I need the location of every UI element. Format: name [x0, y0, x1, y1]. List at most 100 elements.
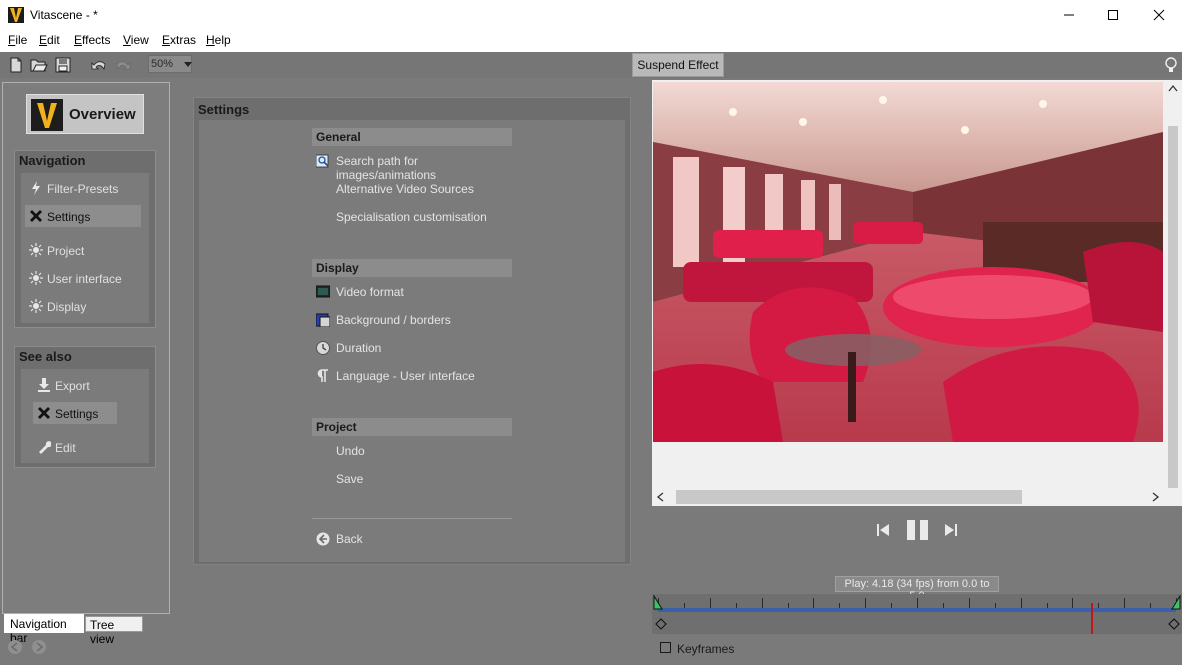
- menu-file[interactable]: File: [8, 33, 27, 47]
- redo-icon[interactable]: [114, 56, 132, 74]
- tab-tree-view[interactable]: Tree view: [85, 616, 143, 646]
- keyframe-end-icon[interactable]: [1168, 618, 1180, 630]
- nav-item-project[interactable]: Project: [25, 239, 141, 261]
- minimize-button[interactable]: [1046, 0, 1092, 30]
- scroll-right-icon[interactable]: [1152, 492, 1160, 505]
- close-button[interactable]: [1136, 0, 1182, 30]
- divider: [312, 518, 512, 519]
- search-path-icon: [315, 154, 330, 168]
- back-link[interactable]: Back: [316, 530, 516, 548]
- vertical-scrollbar[interactable]: [1164, 80, 1182, 488]
- vertical-scroll-thumb[interactable]: [1168, 126, 1178, 488]
- overview-button[interactable]: Overview: [26, 94, 144, 134]
- skip-forward-icon[interactable]: [944, 523, 958, 540]
- pause-icon[interactable]: [906, 519, 930, 544]
- menu-edit[interactable]: Edit: [39, 33, 60, 47]
- setting-language[interactable]: Language - User interface: [316, 367, 516, 385]
- nav-item-export[interactable]: Export: [33, 374, 133, 396]
- section-display-heading: Display: [312, 259, 512, 277]
- timeline[interactable]: [652, 594, 1182, 634]
- menu-help[interactable]: Help: [206, 33, 231, 47]
- setting-duration[interactable]: Duration: [316, 339, 516, 357]
- end-handle-icon[interactable]: [1170, 594, 1182, 610]
- nav-item-settings[interactable]: Settings: [25, 205, 141, 227]
- keyframes-label: Keyframes: [677, 642, 735, 656]
- setting-search-path[interactable]: Search path for images/animations: [315, 152, 516, 182]
- menu-bar: File Edit Effects View Extras Help: [0, 30, 1182, 52]
- preview-image: [653, 82, 1163, 442]
- back-circle-icon: [316, 532, 330, 546]
- setting-save[interactable]: Save: [316, 470, 516, 488]
- timeline-tick: [994, 603, 996, 608]
- timeline-tick: [709, 598, 711, 608]
- sun-icon: [29, 243, 43, 257]
- chevron-down-icon[interactable]: [184, 62, 192, 67]
- timeline-tick: [761, 598, 763, 608]
- panel-tabs: Navigation bar Tree view: [0, 614, 170, 646]
- timeline-tick: [1150, 603, 1152, 608]
- window-title: Vitascene - *: [30, 8, 98, 22]
- keyframe-start-icon[interactable]: [655, 618, 667, 630]
- start-handle-icon[interactable]: [652, 594, 664, 610]
- new-file-icon[interactable]: [7, 56, 25, 74]
- zoom-value: 50%: [151, 58, 174, 70]
- save-icon[interactable]: [54, 56, 72, 74]
- nav-item-display[interactable]: Display: [25, 295, 141, 317]
- horizontal-scrollbar[interactable]: [652, 488, 1164, 506]
- setting-specialisation[interactable]: Specialisation customisation: [316, 208, 516, 226]
- zoom-select[interactable]: 50%: [148, 55, 192, 73]
- nav-item-user-interface[interactable]: User interface: [25, 267, 141, 289]
- menu-view[interactable]: View: [123, 33, 149, 47]
- timeline-tick: [942, 603, 944, 608]
- nav-item-filter-presets[interactable]: Filter-Presets: [25, 177, 141, 199]
- play-status: Play: 4.18 (34 fps) from 0.0 to 5.0: [835, 576, 999, 602]
- timeline-track[interactable]: [658, 608, 1176, 612]
- menu-effects[interactable]: Effects: [74, 33, 110, 47]
- keyframes-checkbox[interactable]: [660, 642, 671, 653]
- timeline-tick: [891, 603, 893, 608]
- see-also-title: See also: [19, 349, 72, 364]
- lightbulb-icon[interactable]: [1164, 56, 1178, 74]
- transport-controls: [870, 518, 970, 542]
- menu-extras[interactable]: Extras: [162, 33, 196, 47]
- setting-video-format[interactable]: Video format: [315, 283, 516, 301]
- playhead-marker[interactable]: [1091, 603, 1094, 634]
- timeline-tick: [683, 603, 685, 608]
- horizontal-scroll-thumb[interactable]: [676, 490, 1022, 504]
- skip-back-icon[interactable]: [876, 523, 890, 540]
- setting-undo[interactable]: Undo: [316, 442, 516, 460]
- settings-panel: Settings General Search path for images/…: [193, 97, 631, 565]
- timeline-tick: [1072, 598, 1074, 608]
- maximize-button[interactable]: [1090, 0, 1136, 30]
- nav-item-see-also-settings[interactable]: Settings: [33, 402, 117, 424]
- back-arrow-icon[interactable]: [8, 640, 22, 654]
- open-folder-icon[interactable]: [30, 56, 48, 74]
- timeline-tick: [1098, 603, 1100, 608]
- title-bar: Vitascene - *: [0, 0, 1182, 30]
- monitor-icon: [315, 285, 331, 299]
- maximize-icon: [1108, 10, 1118, 20]
- suspend-effect-button[interactable]: Suspend Effect: [632, 53, 724, 77]
- section-general-heading: General: [312, 128, 512, 146]
- nav-item-edit[interactable]: Edit: [33, 436, 133, 458]
- timeline-tick: [917, 598, 918, 608]
- timeline-tick: [1020, 598, 1022, 608]
- timeline-tick: [839, 603, 841, 608]
- undo-icon[interactable]: [90, 56, 108, 74]
- setting-background-borders[interactable]: Background / borders: [315, 311, 516, 329]
- timeline-tick: [1124, 598, 1126, 608]
- scroll-up-icon[interactable]: [1168, 83, 1178, 95]
- section-project-heading: Project: [312, 418, 512, 436]
- timeline-tick: [865, 598, 867, 608]
- navigation-panel: Overview Navigation Filter-Presets Setti…: [2, 82, 170, 614]
- tools-icon: [29, 209, 43, 223]
- scroll-left-icon[interactable]: [656, 492, 664, 505]
- timeline-tick: [1046, 603, 1048, 608]
- toolbar: 50%: [0, 52, 1182, 78]
- setting-alternative-video-sources[interactable]: Alternative Video Sources: [316, 180, 516, 198]
- overview-label: Overview: [69, 106, 136, 123]
- wrench-icon: [37, 440, 52, 454]
- forward-arrow-icon[interactable]: [32, 640, 46, 654]
- tools-icon: [37, 406, 51, 420]
- tab-navigation-bar[interactable]: Navigation bar: [4, 614, 84, 645]
